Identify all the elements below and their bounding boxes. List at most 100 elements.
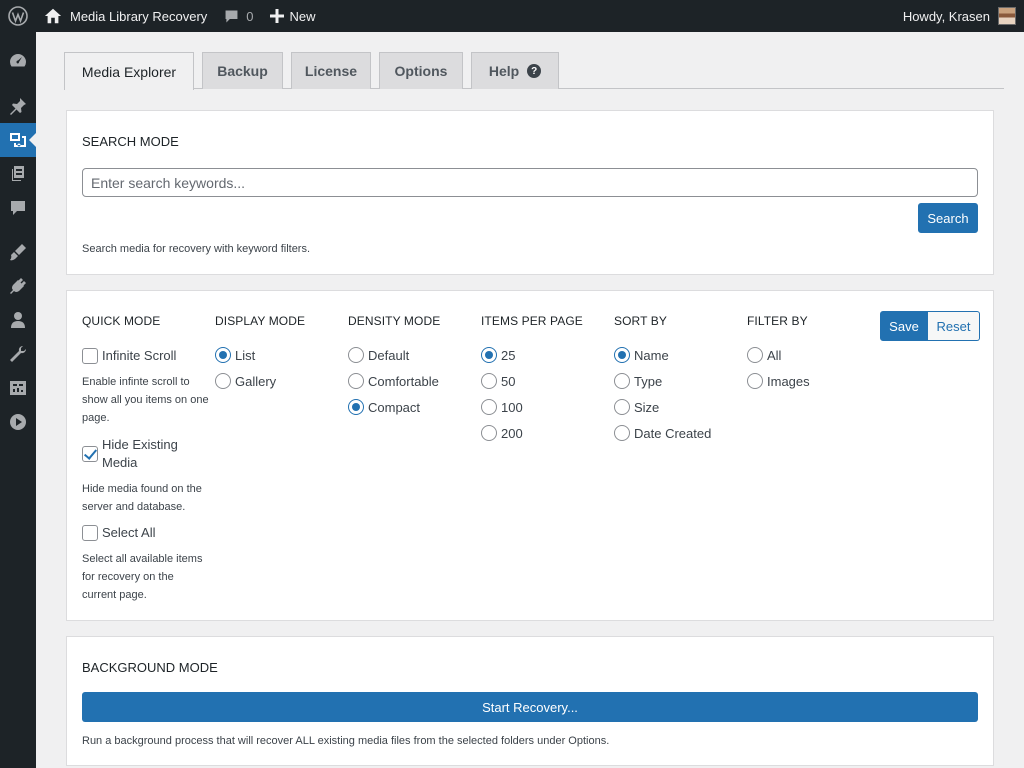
sort-by-heading: SORT BY — [614, 314, 667, 328]
infinite-scroll-description: Enable infinte scroll to show all you it… — [82, 376, 209, 424]
option-label: Type — [634, 374, 663, 389]
option-label: Images — [767, 374, 810, 389]
save-button[interactable]: Save — [880, 311, 928, 341]
users-icon[interactable] — [0, 303, 36, 337]
sort-type-radio[interactable]: Type — [614, 373, 662, 391]
comment-icon — [225, 10, 238, 22]
media-icon[interactable] — [0, 123, 36, 157]
per-page-200-radio[interactable]: 200 — [481, 425, 523, 443]
new-label: New — [289, 8, 316, 24]
option-label: Default — [368, 348, 410, 363]
option-label: Name — [634, 348, 669, 363]
search-button[interactable]: Search — [918, 203, 978, 233]
site-name-link[interactable]: Media Library Recovery — [36, 0, 215, 32]
hide-existing-media-label: Hide Existing Media — [102, 437, 178, 470]
pages-icon[interactable] — [0, 157, 36, 191]
checkbox-checked[interactable] — [82, 446, 98, 462]
per-page-25-radio[interactable]: 25 — [481, 347, 515, 365]
save-reset-group: Save Reset — [880, 311, 980, 341]
option-label: Comfortable — [368, 374, 439, 389]
radio[interactable] — [348, 347, 364, 363]
tools-icon[interactable] — [0, 337, 36, 371]
display-gallery-radio[interactable]: Gallery — [215, 373, 276, 391]
density-comfortable-radio[interactable]: Comfortable — [348, 373, 439, 391]
density-default-radio[interactable]: Default — [348, 347, 409, 365]
radio-selected[interactable] — [215, 347, 231, 363]
new-content-link[interactable]: New — [262, 0, 324, 32]
option-label: 200 — [501, 426, 523, 441]
tab-options[interactable]: Options — [379, 52, 463, 89]
quick-mode-heading: QUICK MODE — [82, 314, 161, 328]
option-label: 100 — [501, 400, 523, 415]
density-compact-radio[interactable]: Compact — [348, 399, 420, 417]
tab-bar: Media Explorer Backup License Options He… — [64, 52, 1004, 90]
hide-existing-media-checkbox[interactable]: Hide Existing Media — [82, 436, 210, 472]
question-icon: ? — [527, 64, 542, 78]
filter-images-radio[interactable]: Images — [747, 373, 810, 391]
wordpress-logo-icon[interactable] — [0, 0, 36, 32]
search-mode-heading: SEARCH MODE — [82, 134, 179, 149]
my-account-menu[interactable]: Howdy, Krasen — [903, 0, 1024, 32]
option-label: 50 — [501, 374, 516, 389]
pin-icon[interactable] — [0, 89, 36, 123]
option-label: Gallery — [235, 374, 277, 389]
option-label: 25 — [501, 348, 516, 363]
option-label: List — [235, 348, 256, 363]
comments-icon[interactable] — [0, 191, 36, 225]
avatar — [998, 7, 1016, 25]
radio-selected[interactable] — [481, 347, 497, 363]
option-label: Date Created — [634, 426, 712, 441]
select-all-checkbox[interactable]: Select All — [82, 524, 155, 542]
radio-selected[interactable] — [348, 399, 364, 415]
density-mode-heading: DENSITY MODE — [348, 314, 441, 328]
checkbox[interactable] — [82, 525, 98, 541]
select-all-description: Select all available items for recovery … — [82, 553, 203, 601]
greeting-text: Howdy, Krasen — [902, 8, 990, 24]
select-all-label: Select All — [102, 525, 156, 540]
tab-license[interactable]: License — [291, 52, 371, 89]
start-recovery-button[interactable]: Start Recovery... — [82, 692, 978, 722]
radio[interactable] — [614, 425, 630, 441]
background-panel: BACKGROUND MODE Start Recovery... Run a … — [66, 636, 994, 766]
sort-size-radio[interactable]: Size — [614, 399, 659, 417]
settings-icon[interactable] — [0, 371, 36, 405]
radio[interactable] — [614, 373, 630, 389]
radio[interactable] — [747, 373, 763, 389]
tab-media-explorer[interactable]: Media Explorer — [64, 52, 194, 90]
collapse-icon[interactable] — [0, 405, 36, 439]
radio-selected[interactable] — [614, 347, 630, 363]
radio[interactable] — [481, 399, 497, 415]
tab-help[interactable]: Help ? — [471, 52, 559, 89]
plus-icon — [269, 9, 284, 23]
display-list-radio[interactable]: List — [215, 347, 255, 365]
radio[interactable] — [481, 373, 497, 389]
items-per-page-heading: ITEMS PER PAGE — [481, 314, 583, 328]
per-page-50-radio[interactable]: 50 — [481, 373, 515, 391]
reset-button[interactable]: Reset — [928, 311, 980, 341]
hide-existing-media-description: Hide media found on the server and datab… — [82, 483, 202, 513]
radio[interactable] — [215, 373, 231, 389]
dashboard-icon[interactable] — [0, 44, 36, 78]
plugins-icon[interactable] — [0, 269, 36, 303]
per-page-100-radio[interactable]: 100 — [481, 399, 523, 417]
search-input[interactable] — [82, 168, 978, 197]
radio[interactable] — [747, 347, 763, 363]
background-description: Run a background process that will recov… — [82, 735, 610, 747]
comments-link[interactable]: 0 — [215, 0, 261, 32]
tab-backup[interactable]: Backup — [202, 52, 283, 89]
radio[interactable] — [348, 373, 364, 389]
option-label: Compact — [368, 400, 421, 415]
radio[interactable] — [481, 425, 497, 441]
search-panel: SEARCH MODE Search Search media for reco… — [66, 110, 994, 275]
filter-all-radio[interactable]: All — [747, 347, 781, 365]
background-mode-heading: BACKGROUND MODE — [82, 660, 218, 675]
radio[interactable] — [614, 399, 630, 415]
infinite-scroll-checkbox[interactable]: Infinite Scroll — [82, 347, 176, 365]
sort-date-created-radio[interactable]: Date Created — [614, 425, 711, 443]
checkbox[interactable] — [82, 348, 98, 364]
admin-sidebar — [0, 32, 36, 768]
sort-name-radio[interactable]: Name — [614, 347, 669, 365]
comments-count: 0 — [246, 8, 254, 24]
appearance-icon[interactable] — [0, 235, 36, 269]
options-panel: QUICK MODE Infinite Scroll Enable infint… — [66, 290, 994, 621]
